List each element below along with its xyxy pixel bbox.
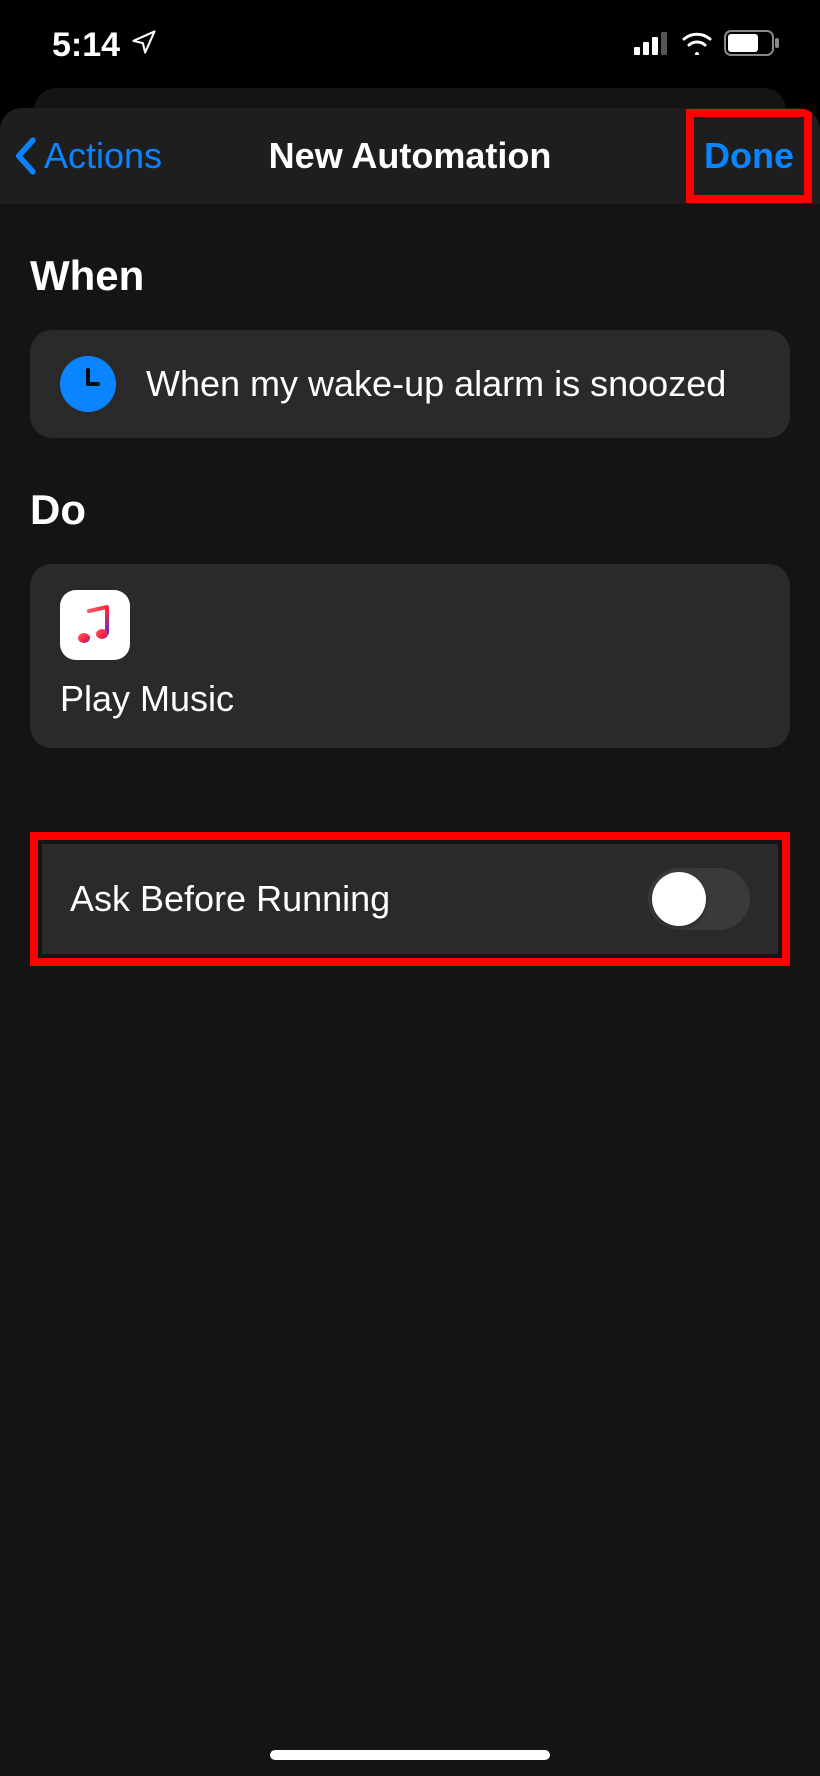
status-left: 5:14: [52, 26, 158, 65]
ask-before-running-row[interactable]: Ask Before Running: [42, 844, 778, 954]
back-button[interactable]: Actions: [14, 135, 162, 177]
status-bar: 5:14: [0, 0, 820, 90]
home-indicator[interactable]: [270, 1750, 550, 1760]
when-header: When: [30, 252, 790, 300]
when-trigger-label: When my wake-up alarm is snoozed: [146, 360, 726, 409]
done-button[interactable]: Done: [686, 109, 812, 203]
automation-sheet: Actions New Automation Done When When my…: [0, 108, 820, 1776]
done-label: Done: [704, 135, 794, 176]
do-header: Do: [30, 486, 790, 534]
ask-before-running-highlight: Ask Before Running: [30, 832, 790, 966]
ask-before-running-label: Ask Before Running: [70, 878, 390, 920]
status-time: 5:14: [52, 26, 120, 65]
battery-icon: [724, 30, 780, 61]
wifi-icon: [680, 31, 714, 60]
toggle-knob: [652, 872, 706, 926]
clock-icon: [60, 356, 116, 412]
ask-before-running-toggle[interactable]: [648, 868, 750, 930]
cellular-signal-icon: [634, 31, 670, 60]
content-area: When When my wake-up alarm is snoozed Do: [0, 252, 820, 966]
chevron-back-icon: [14, 137, 36, 175]
music-note-icon: [73, 603, 117, 647]
location-arrow-icon: [130, 26, 158, 65]
status-right: [634, 30, 780, 61]
music-app-icon: [60, 590, 130, 660]
do-action-label: Play Music: [60, 678, 760, 720]
do-action-card[interactable]: Play Music: [30, 564, 790, 748]
nav-bar: Actions New Automation Done: [0, 108, 820, 204]
back-label: Actions: [44, 135, 162, 177]
when-trigger-card[interactable]: When my wake-up alarm is snoozed: [30, 330, 790, 438]
